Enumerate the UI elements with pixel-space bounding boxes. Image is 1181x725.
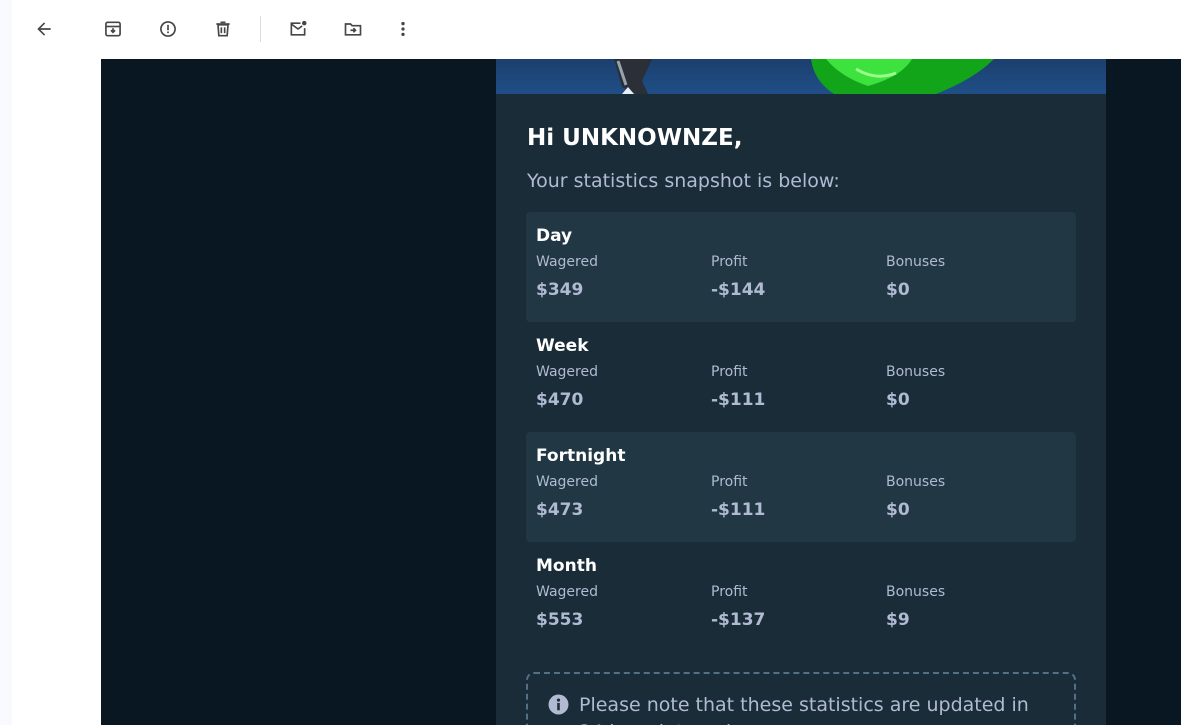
archive-icon — [105, 21, 121, 37]
wagered-label: Wagered — [536, 474, 598, 490]
back-button[interactable] — [26, 11, 62, 47]
stats-row-day: Day Wagered Profit Bonuses $349 -$144 $0 — [526, 212, 1076, 322]
bonuses-value: $0 — [886, 500, 910, 520]
archive-button[interactable] — [95, 11, 131, 47]
hero-banner — [496, 59, 1106, 94]
email-card: Hi UNKNOWNZE, Your statistics snapshot i… — [496, 59, 1106, 725]
toolbar-divider — [260, 16, 261, 42]
wagered-value: $470 — [536, 390, 584, 410]
move-to-button[interactable] — [335, 11, 371, 47]
update-note-text: Please note that these statistics are up… — [579, 694, 1029, 725]
profit-label: Profit — [711, 584, 748, 600]
period-label: Fortnight — [536, 446, 626, 466]
stats-row-fortnight: Fortnight Wagered Profit Bonuses $473 -$… — [526, 432, 1076, 542]
info-icon — [548, 694, 569, 715]
period-label: Week — [536, 336, 589, 356]
more-options-icon — [401, 21, 405, 37]
bonuses-value: $0 — [886, 280, 910, 300]
left-gutter — [12, 59, 101, 725]
profit-label: Profit — [711, 364, 748, 380]
bonuses-label: Bonuses — [886, 254, 946, 270]
bonuses-label: Bonuses — [886, 584, 946, 600]
profit-value: -$144 — [711, 280, 766, 300]
email-body: Hi UNKNOWNZE, Your statistics snapshot i… — [101, 59, 1181, 725]
wagered-label: Wagered — [536, 364, 598, 380]
hero-illustration — [614, 59, 994, 94]
profit-label: Profit — [711, 254, 748, 270]
stats-row-week: Week Wagered Profit Bonuses $470 -$111 $… — [526, 322, 1076, 432]
bonuses-label: Bonuses — [886, 474, 946, 490]
period-label: Month — [536, 556, 597, 576]
wagered-value: $553 — [536, 610, 584, 630]
stats-row-month: Month Wagered Profit Bonuses $553 -$137 … — [526, 542, 1076, 652]
bonuses-value: $9 — [886, 610, 910, 630]
bonuses-value: $0 — [886, 390, 910, 410]
report-spam-button[interactable] — [150, 11, 186, 47]
wagered-label: Wagered — [536, 254, 598, 270]
period-label: Day — [536, 226, 573, 246]
mark-unread-button[interactable] — [280, 11, 316, 47]
snapshot-subtitle: Your statistics snapshot is below: — [527, 170, 840, 192]
wagered-label: Wagered — [536, 584, 598, 600]
greeting-heading: Hi UNKNOWNZE, — [527, 125, 743, 151]
back-arrow-icon — [37, 22, 51, 36]
delete-button[interactable] — [205, 11, 241, 47]
update-note: Please note that these statistics are up… — [526, 672, 1076, 725]
mark-unread-icon — [290, 20, 307, 36]
delete-icon — [216, 21, 230, 37]
report-spam-icon — [160, 21, 176, 37]
wagered-value: $349 — [536, 280, 584, 300]
bonuses-label: Bonuses — [886, 364, 946, 380]
email-toolbar — [12, 0, 1181, 59]
profit-value: -$111 — [711, 390, 766, 410]
move-to-icon — [344, 23, 362, 36]
more-options-button[interactable] — [385, 11, 421, 47]
profit-value: -$137 — [711, 610, 766, 630]
wagered-value: $473 — [536, 500, 584, 520]
profit-value: -$111 — [711, 500, 766, 520]
profit-label: Profit — [711, 474, 748, 490]
